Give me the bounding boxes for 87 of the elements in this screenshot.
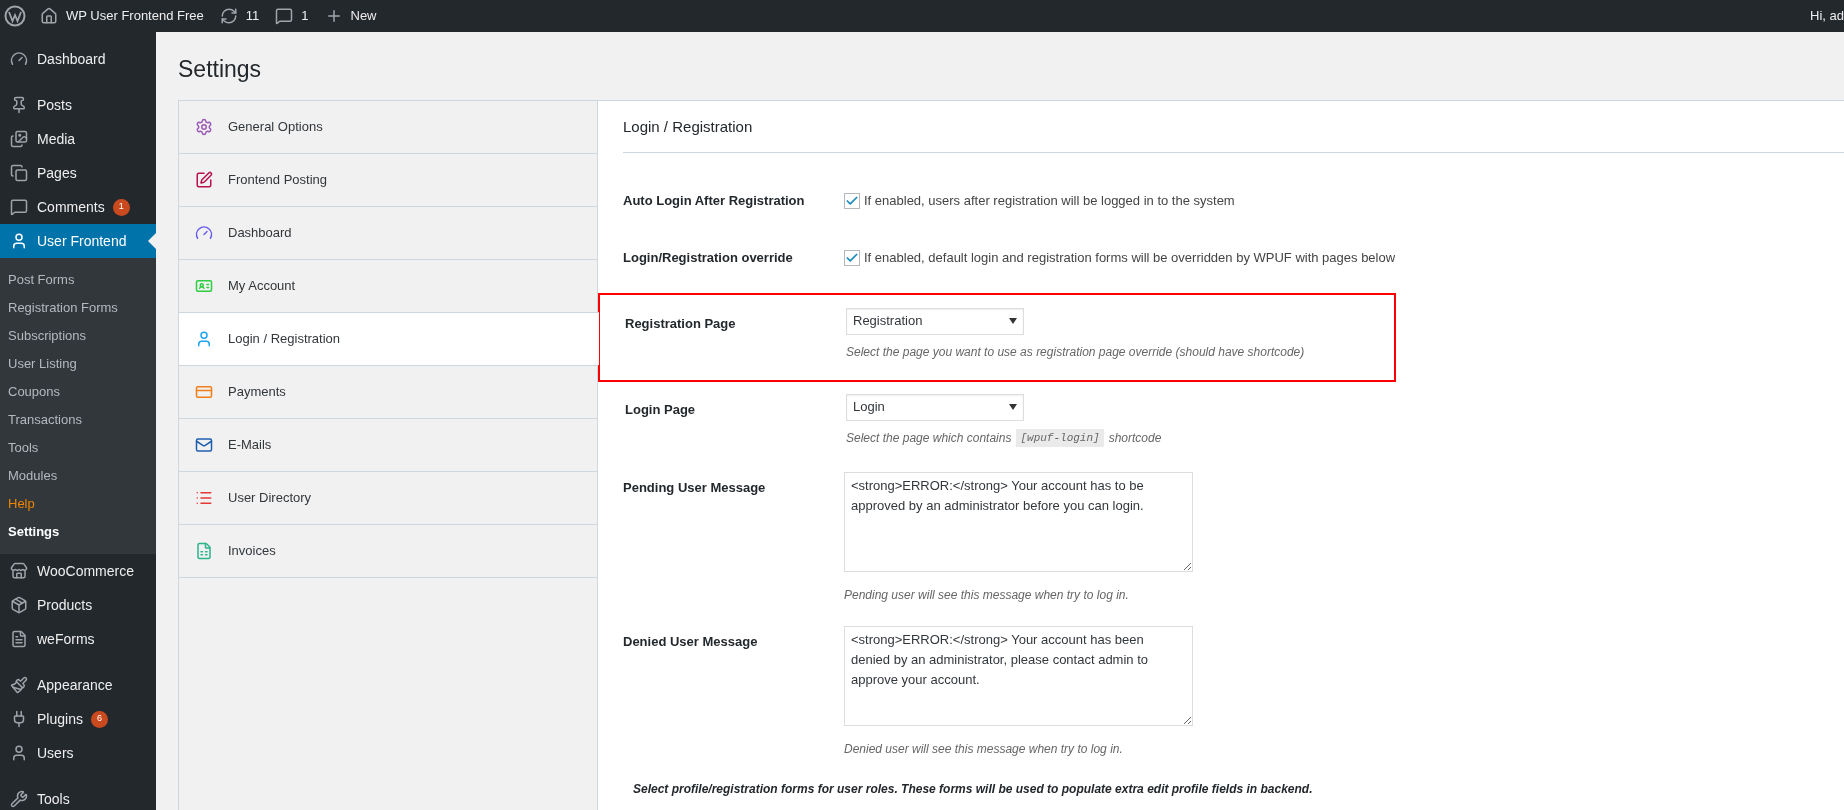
wrench-icon (10, 790, 28, 808)
gauge-icon (10, 50, 28, 68)
field-hint: Pending user will see this message when try to log in. (844, 586, 1130, 604)
submenu-item[interactable]: Help (0, 490, 156, 518)
speech-bubble-icon (10, 198, 28, 216)
submenu-item[interactable]: User Listing (0, 350, 156, 378)
menu-item[interactable]: Comments 1 (0, 190, 156, 224)
field-hint: Denied user will see this message when try to log in. (844, 740, 1124, 758)
settings-tab[interactable]: My Account (179, 258, 598, 312)
menu-item[interactable]: Users (0, 736, 156, 770)
field-hint: shortcode (1108, 429, 1162, 447)
settings-tab[interactable]: Invoices (179, 523, 598, 577)
message-field[interactable]: <strong>ERROR:</strong> Your account has been denied by an administrator, please contact admin to approve your account. (844, 625, 1193, 726)
field-label: Auto Login After Registration (623, 192, 806, 211)
menu-item[interactable]: Tools (0, 782, 156, 810)
caret-icon (1009, 404, 1017, 410)
toolbar-link[interactable]: WP User Frontend Free (40, 6, 204, 26)
settings-tab[interactable]: Payments (179, 364, 598, 418)
toolbar-link[interactable]: New (324, 6, 377, 26)
submenu-item[interactable]: Transactions (0, 406, 156, 434)
logo-icon (4, 5, 26, 27)
user-icon (10, 232, 28, 250)
submenu-item[interactable]: Tools (0, 434, 156, 462)
mail-icon (195, 435, 213, 454)
submenu-item[interactable]: Subscriptions (0, 322, 156, 350)
pen-square-icon (195, 170, 213, 189)
menu-item[interactable]: Plugins 6 (0, 702, 156, 736)
checkbox-label[interactable]: If enabled, default login and registration forms will be overridden by WPUF with pages below (864, 248, 1396, 268)
menu-item[interactable]: Pages (0, 156, 156, 190)
store-icon (10, 562, 28, 580)
shortcode: [wpuf-login] (1016, 428, 1104, 447)
field-label: Registration Page (625, 314, 737, 333)
page-select[interactable]: Registration (846, 307, 1024, 335)
menu-item[interactable]: Media (0, 122, 156, 156)
settings-tab[interactable]: E-Mails (179, 417, 598, 471)
page-title: Settings (178, 55, 263, 84)
menu-item[interactable]: Products (0, 588, 156, 622)
field-label: Denied User Message (623, 632, 759, 651)
submenu-item[interactable]: Post Forms (0, 266, 156, 294)
section-title: Login / Registration (623, 100, 1844, 153)
paintbrush-icon (10, 676, 28, 694)
user-icon (10, 744, 28, 762)
section-note: Select profile/registration forms for user roles. These forms will be used to populate extra edit profile fields in backend. (632, 780, 1314, 798)
field-label: Pending User Message (623, 478, 767, 497)
message-field[interactable]: <strong>ERROR:</strong> Your account has to be approved by an administrator before you can login. (844, 471, 1193, 572)
count-badge: 6 (90, 710, 108, 728)
pin-icon (10, 96, 28, 114)
menu-item[interactable]: WooCommerce (0, 554, 156, 588)
field-hint: Select the page you want to use as registration page override (should have shortcode) (846, 343, 1305, 361)
menu-item[interactable]: Appearance (0, 668, 156, 702)
toolbar-link[interactable]: 1 (275, 6, 309, 26)
spreadsheet-icon (195, 541, 213, 560)
field-label: Login Page (625, 400, 697, 419)
settings-tab[interactable]: Dashboard (179, 205, 598, 259)
checkbox-label[interactable]: If enabled, users after registration will be logged in to the system (864, 191, 1235, 211)
refresh-icon (219, 7, 238, 25)
pages-icon (10, 164, 28, 182)
count-badge: 1 (112, 198, 130, 216)
house-icon (40, 7, 58, 25)
field-label: Login/Registration override (623, 249, 794, 268)
greeting-link[interactable]: Hi, ad (1810, 6, 1844, 26)
field-hint: Select the page which contains (846, 429, 1012, 447)
settings-tab[interactable]: User Directory (179, 470, 598, 524)
settings-tab[interactable]: General Options (179, 99, 598, 153)
menu-item[interactable]: User Frontend (0, 224, 156, 258)
box-icon (10, 596, 28, 614)
gauge-icon (195, 223, 213, 242)
page-select[interactable]: Login (846, 393, 1024, 421)
current-pointer-icon (148, 233, 156, 249)
submenu-item[interactable]: Settings (0, 518, 156, 546)
checkbox[interactable] (844, 250, 860, 266)
menu-item[interactable]: Dashboard (0, 42, 156, 76)
settings-icon (195, 117, 213, 136)
form-icon (10, 630, 28, 648)
checkbox[interactable] (844, 193, 860, 209)
settings-tab[interactable]: Login / Registration (179, 311, 599, 365)
menu-item[interactable]: weForms (0, 622, 156, 656)
toolbar-link[interactable]: 11 (219, 6, 260, 26)
submenu-item[interactable]: Modules (0, 462, 156, 490)
submenu-item[interactable]: Registration Forms (0, 294, 156, 322)
speech-bubble-icon (275, 7, 294, 25)
images-icon (10, 130, 28, 148)
menu-item[interactable]: Posts (0, 88, 156, 122)
settings-tab[interactable]: Frontend Posting (179, 152, 598, 206)
caret-icon (1009, 318, 1017, 324)
user-icon (195, 329, 213, 348)
submenu-item[interactable]: Coupons (0, 378, 156, 406)
